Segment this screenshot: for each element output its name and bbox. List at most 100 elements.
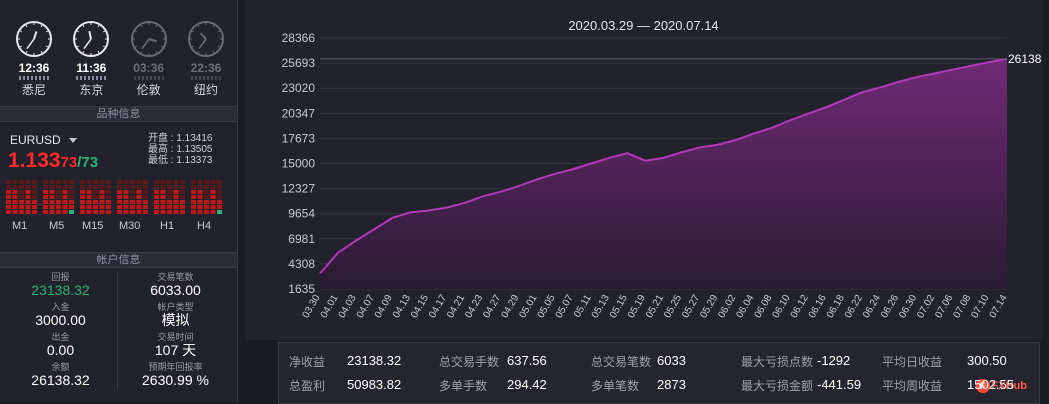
strength-cell xyxy=(106,185,111,189)
strength-cell xyxy=(25,195,31,199)
clock-time: 03:36 xyxy=(133,61,164,75)
stat-label: 总交易手数 xyxy=(439,355,500,369)
strength-cell xyxy=(69,195,74,199)
strength-cell xyxy=(86,195,92,199)
stat-label: 净收益 xyxy=(289,355,326,369)
strength-cell xyxy=(49,185,55,189)
strength-cell xyxy=(56,200,61,204)
account-field: 余额 26138.32 xyxy=(31,362,90,388)
clock-icon xyxy=(16,21,52,57)
strength-cell xyxy=(80,210,85,214)
strength-cell xyxy=(6,195,11,199)
stat-value: -1292 xyxy=(817,353,851,368)
account-field: 交易时间 107 天 xyxy=(154,332,197,358)
strength-cell xyxy=(62,190,68,194)
strength-cell xyxy=(180,185,185,189)
strength-cell xyxy=(106,180,111,184)
timeframe-m5[interactable]: M5 xyxy=(49,220,64,232)
stat-label: 总盈利 xyxy=(289,379,326,393)
stat-label: 总交易笔数 xyxy=(591,355,652,369)
strength-cell xyxy=(86,185,92,189)
y-tick-label: 25693 xyxy=(282,56,316,70)
timeframe-m15[interactable]: M15 xyxy=(82,220,103,232)
strength-cell xyxy=(19,205,24,209)
strength-cell xyxy=(191,200,196,204)
strength-cell xyxy=(32,205,37,209)
strength-cell xyxy=(197,195,203,199)
timeframe-m1[interactable]: M1 xyxy=(12,220,27,232)
clock-2: 03:36 伦敦 xyxy=(125,20,173,98)
strength-cell xyxy=(143,210,148,214)
stat-label: 多单笔数 xyxy=(591,379,640,393)
chevron-down-icon xyxy=(68,138,77,144)
strength-cell xyxy=(123,205,129,209)
strength-cell xyxy=(12,195,18,199)
strength-cell xyxy=(160,185,166,189)
strength-cell xyxy=(154,190,159,194)
strength-cell xyxy=(217,200,222,204)
strength-cell xyxy=(210,190,216,194)
strength-cell xyxy=(191,185,196,189)
account-field: 回报 23138.32 xyxy=(31,272,90,298)
strength-cell xyxy=(167,195,172,199)
strength-cell xyxy=(210,180,216,184)
strength-cell xyxy=(25,205,31,209)
strength-cell xyxy=(69,205,74,209)
strength-cell xyxy=(217,210,222,214)
bid-ask-price: 1.13373/73 xyxy=(8,149,99,172)
strength-cell xyxy=(80,200,85,204)
strength-cell xyxy=(117,200,122,204)
strength-cell xyxy=(19,200,24,204)
strength-cell xyxy=(99,205,105,209)
strength-cell xyxy=(99,180,105,184)
stat-label: 平均日收益 xyxy=(882,355,943,369)
strength-cell xyxy=(130,190,135,194)
timeframe-m30[interactable]: M30 xyxy=(119,220,140,232)
strength-cell xyxy=(19,210,24,214)
strength-cell xyxy=(62,195,68,199)
x-tick-label: 05.07 xyxy=(554,293,576,321)
strength-cell xyxy=(123,195,129,199)
strength-cell xyxy=(154,180,159,184)
low-value: 1.13373 xyxy=(176,155,213,166)
timeframe-h1[interactable]: H1 xyxy=(160,220,174,232)
y-tick-label: 23020 xyxy=(282,81,316,95)
clock-icon xyxy=(187,21,224,57)
stat-value: 637.56 xyxy=(507,353,547,368)
y-tick-label: 9654 xyxy=(288,207,315,221)
strength-cell xyxy=(136,190,142,194)
strength-cell xyxy=(123,200,129,204)
symbol-selector[interactable]: EURUSD xyxy=(10,133,77,147)
strength-cell xyxy=(43,210,48,214)
strength-cell xyxy=(191,210,196,214)
strength-cell xyxy=(19,195,24,199)
strength-cell xyxy=(204,180,209,184)
divider xyxy=(117,272,118,390)
symbol-name: EURUSD xyxy=(10,133,61,147)
strength-cell xyxy=(136,205,142,209)
equity-area xyxy=(320,58,1007,289)
clock-time: 12:36 xyxy=(18,61,50,75)
strength-cell xyxy=(106,190,111,194)
strength-cell xyxy=(143,205,148,209)
strength-cell xyxy=(173,195,179,199)
account-field: 帐户类型 模拟 xyxy=(157,302,194,328)
x-tick-label: 07.14 xyxy=(988,293,1010,321)
strength-cell xyxy=(191,205,196,209)
strength-cell xyxy=(210,210,216,214)
y-tick-label: 20347 xyxy=(282,106,316,120)
strength-cell xyxy=(62,210,68,214)
timeframe-h4[interactable]: H4 xyxy=(197,220,211,232)
strength-cell xyxy=(173,185,179,189)
strength-cell xyxy=(93,205,98,209)
strength-cell xyxy=(197,205,203,209)
world-clocks: 12:36 悉尼 11:36 东京 03:36 伦敦 22:36 纽约 xyxy=(10,20,230,98)
strength-cell xyxy=(56,210,61,214)
clock-city: 悉尼 xyxy=(21,83,46,97)
strength-cell xyxy=(143,185,148,189)
strength-cell xyxy=(25,180,31,184)
strength-cell xyxy=(80,195,85,199)
account-field: 预期年回报率 2630.99 % xyxy=(142,362,209,388)
strength-cell xyxy=(32,200,37,204)
strength-cell xyxy=(12,205,18,209)
